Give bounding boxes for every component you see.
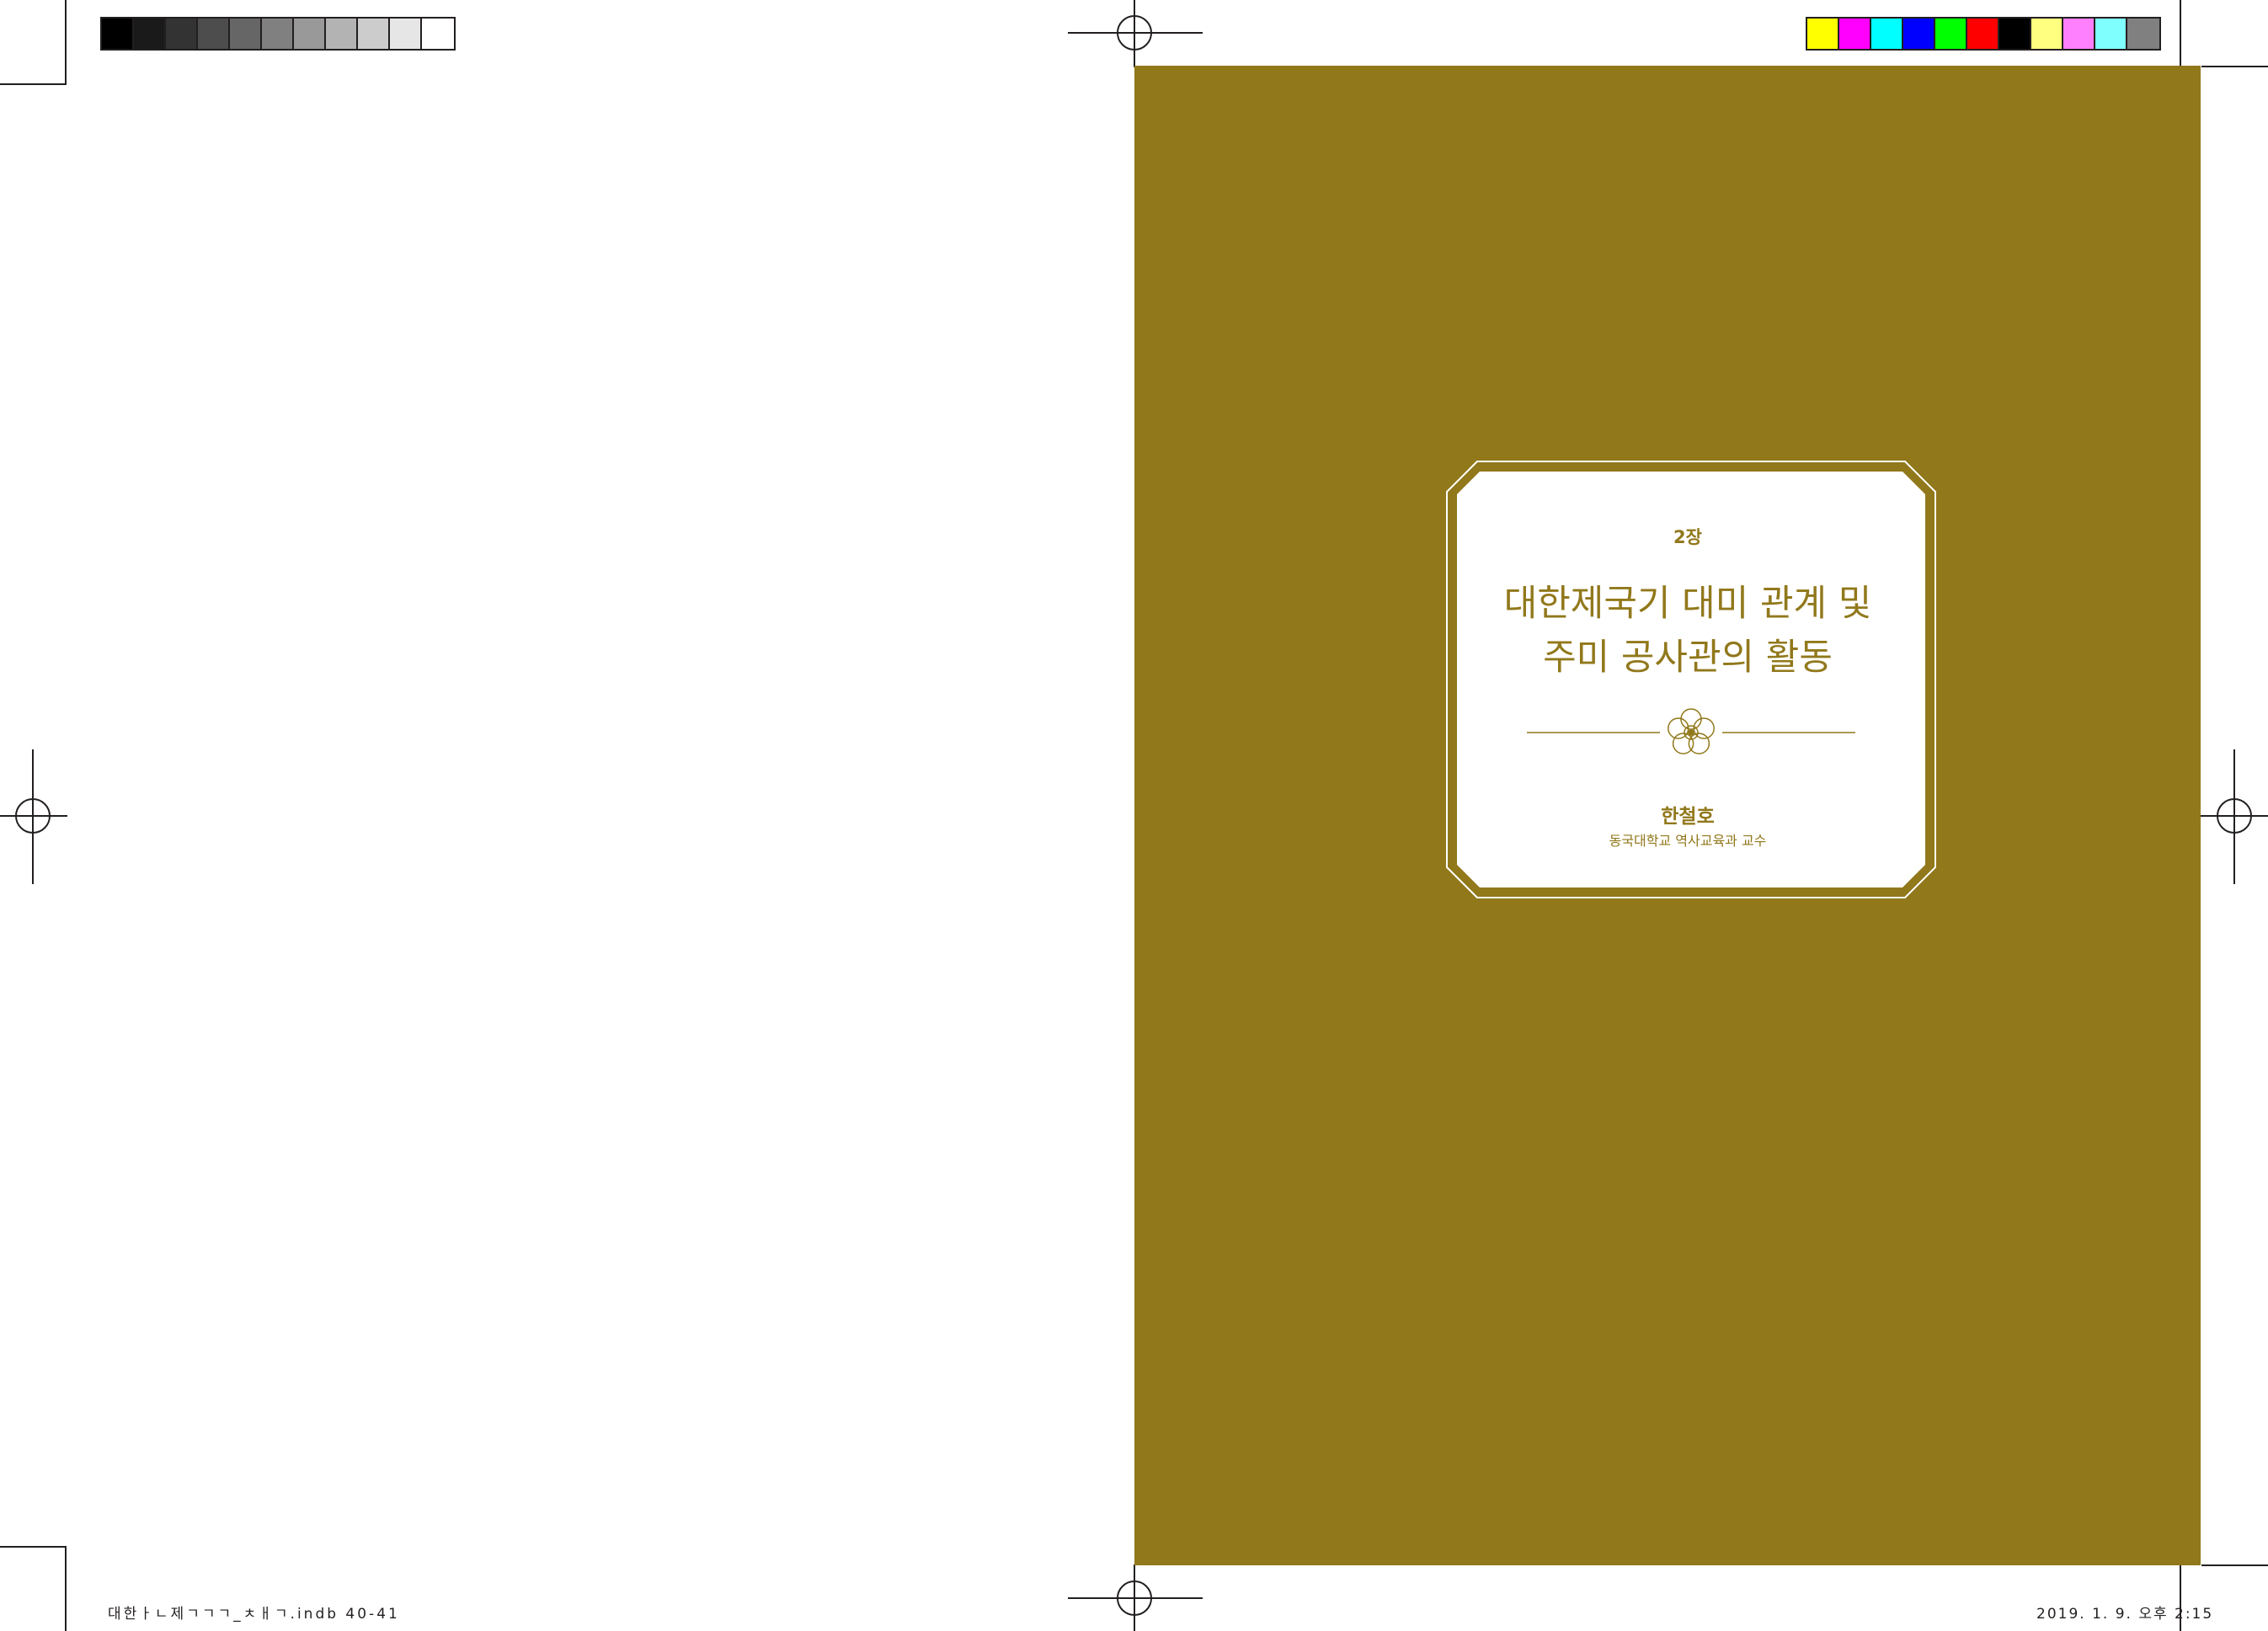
color-swatch [2095,19,2127,49]
process-color-bar [1806,17,2161,51]
color-swatch [2063,19,2095,49]
color-swatch [166,19,198,49]
color-swatch [2031,19,2063,49]
color-swatch [2127,19,2159,49]
crop-mark [0,1546,67,1548]
chapter-title-line-2: 주미 공사관의 활동 [1543,637,1833,679]
slug-filename: 대한ㅏㄴ제ㄱㄱㄱ_ㅊㅐㄱ.indb 40-41 [108,1606,400,1623]
slug-timestamp: 2019. 1. 9. 오후 2:15 [2036,1606,2214,1623]
color-swatch [262,19,294,49]
color-swatch [102,19,134,49]
crop-mark [2180,0,2181,67]
author-name: 한철호 [1661,806,1715,828]
print-spread: { "gray_strip": ["#000000","#1a1a1a","#3… [0,0,2268,1631]
chapter-title: 대한제국기 대미 관계 및 주미 공사관의 활동 [1457,577,1918,685]
color-swatch [1967,19,1999,49]
plum-blossom-icon [1527,708,1855,754]
title-panel: 2장 대한제국기 대미 관계 및 주미 공사관의 활동 한철호 동국대학교 역사… [1457,472,1918,893]
color-swatch [1935,19,1967,49]
color-swatch [326,19,358,49]
color-swatch [1903,19,1935,49]
crop-mark [65,0,67,85]
color-swatch [358,19,390,49]
crop-mark [2201,1564,2268,1566]
crop-mark [2201,66,2268,67]
registration-mark-top [1068,0,1203,67]
registration-mark-left [0,749,67,884]
grayscale-color-bar [100,17,456,51]
color-swatch [1839,19,1871,49]
chapter-label: 2장 [1673,527,1702,547]
color-swatch [390,19,422,49]
color-swatch [294,19,326,49]
color-swatch [230,19,262,49]
crop-mark [65,1546,67,1631]
color-swatch [422,19,454,49]
color-swatch [134,19,166,49]
color-swatch [1807,19,1839,49]
color-swatch [198,19,230,49]
registration-mark-bottom [1068,1564,1203,1631]
crop-mark [0,83,67,85]
color-swatch [1871,19,1903,49]
author-affiliation: 동국대학교 역사교육과 교수 [1609,833,1767,849]
color-swatch [1999,19,2031,49]
chapter-title-line-1: 대한제국기 대미 관계 및 [1503,583,1872,625]
registration-mark-right [2201,749,2268,884]
